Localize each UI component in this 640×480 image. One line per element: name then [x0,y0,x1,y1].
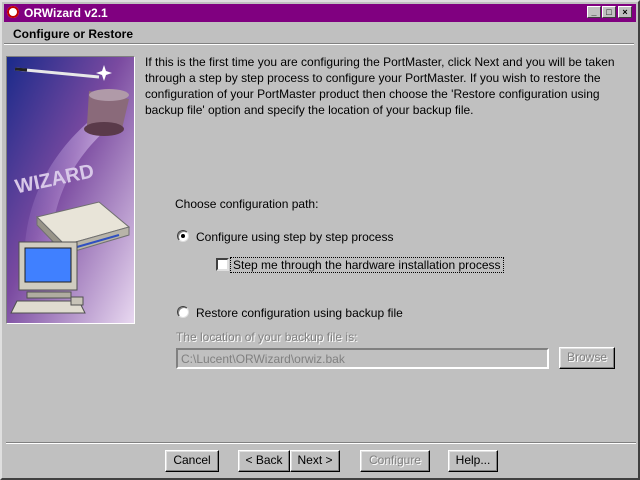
hardware-install-checkbox[interactable] [216,258,229,271]
configure-button[interactable]: Configure [360,450,430,472]
backup-path-input[interactable]: C:\Lucent\ORWizard\orwiz.bak [176,348,549,369]
step-by-step-radio[interactable] [177,230,189,242]
help-button[interactable]: Help... [448,450,498,472]
top-hat-icon [84,89,129,136]
computer-icon [10,241,86,314]
wizard-illustration: WIZARD [6,56,135,324]
next-button[interactable]: Next > [290,450,340,472]
window-title: ORWizard v2.1 [24,6,108,20]
backup-location-label: The location of your backup file is: [176,330,358,344]
browse-button[interactable]: Browse [559,347,615,369]
step-by-step-label[interactable]: Configure using step by step process [196,230,393,244]
hardware-install-label[interactable]: Step me through the hardware installatio… [230,257,504,273]
wizard-illustration-art: WIZARD [7,57,134,323]
wizard-window: ORWizard v2.1 _ □ × Configure or Restore [0,0,640,480]
intro-text: If this is the first time you are config… [145,55,615,117]
radio-selected-dot [181,234,185,238]
close-button[interactable]: × [618,6,632,18]
minimize-button[interactable]: _ [587,6,601,18]
page-title: Configure or Restore [13,27,134,41]
back-button[interactable]: < Back [238,450,290,472]
footer-separator [6,442,636,444]
title-bar[interactable]: ORWizard v2.1 _ □ × [4,4,636,22]
restore-radio[interactable] [177,306,189,318]
restore-label[interactable]: Restore configuration using backup file [196,306,403,320]
cancel-button[interactable]: Cancel [165,450,219,472]
maximize-button[interactable]: □ [602,6,616,18]
section-header: Configure or Restore [4,23,634,44]
choose-path-label: Choose configuration path: [175,197,319,211]
app-icon[interactable] [7,6,19,18]
